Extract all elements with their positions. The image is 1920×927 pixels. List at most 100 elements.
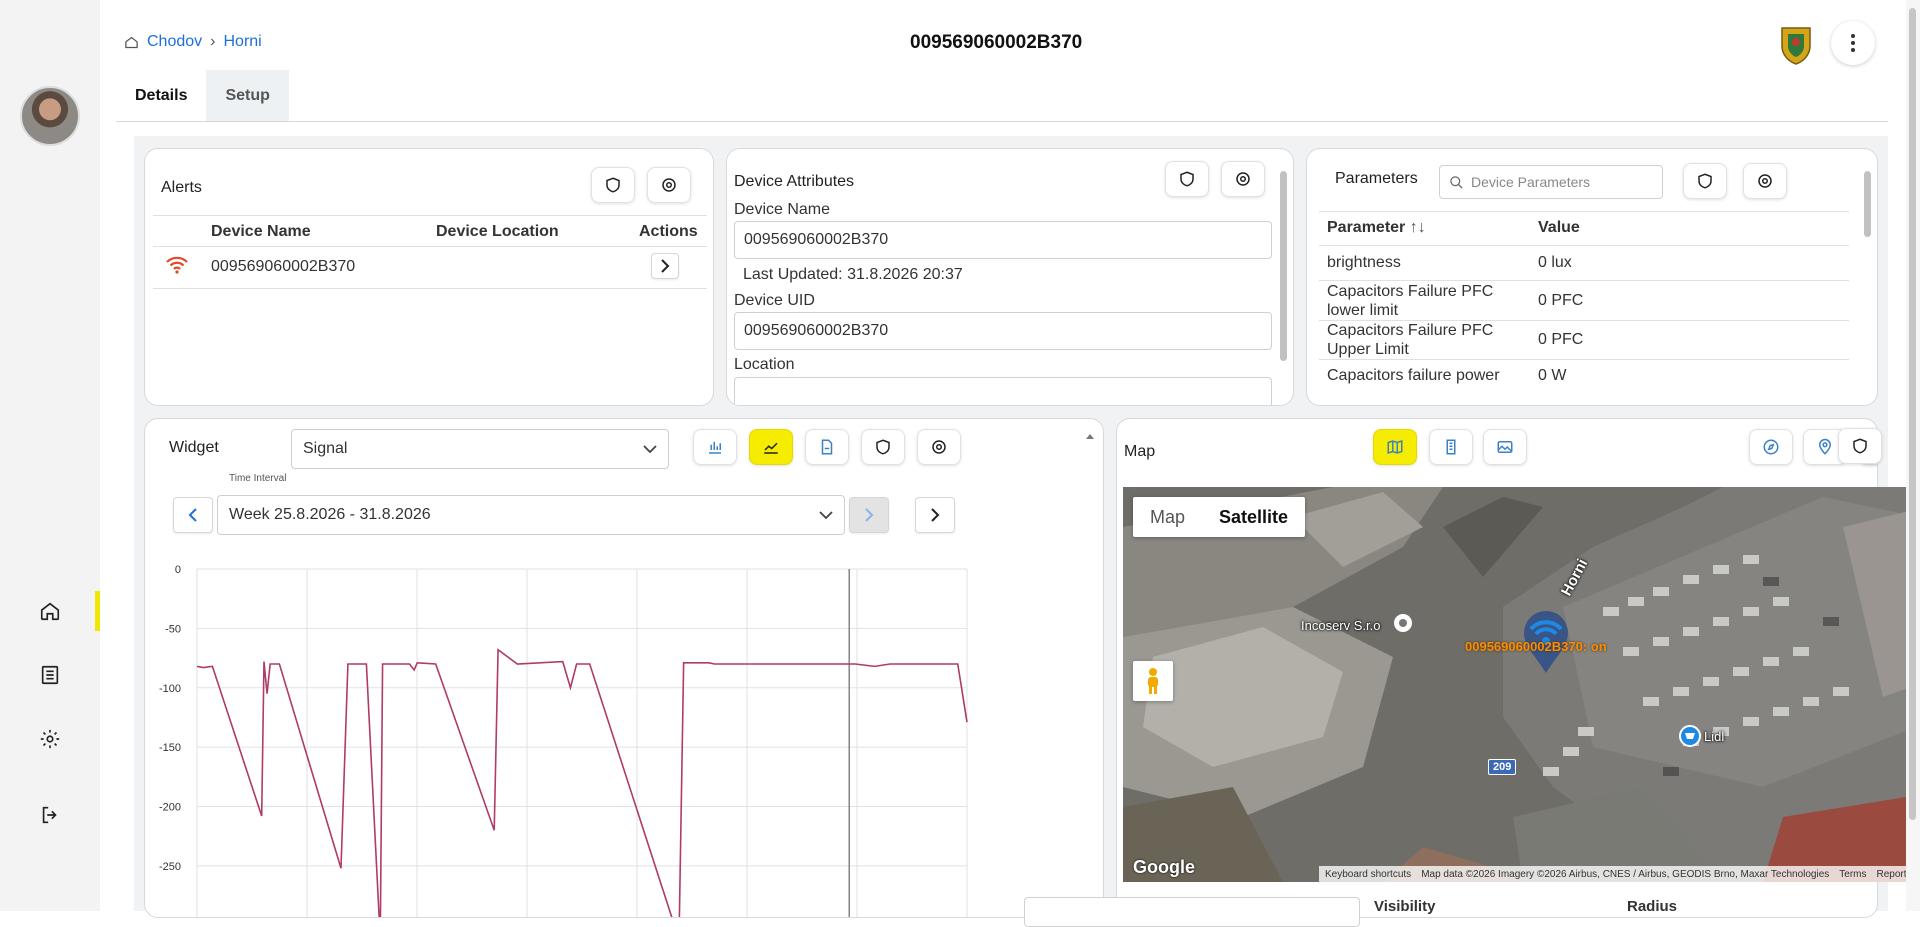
keyboard-shortcuts-link[interactable]: Keyboard shortcuts <box>1325 869 1411 880</box>
building-view-button[interactable] <box>1429 429 1473 465</box>
page-scrollbar[interactable] <box>1906 0 1920 911</box>
previous-period-button[interactable] <box>173 497 213 533</box>
latest-period-button[interactable] <box>915 497 955 533</box>
divider <box>153 288 707 289</box>
terms-link[interactable]: Terms <box>1839 869 1866 880</box>
scroll-up-icon[interactable] <box>1085 432 1095 440</box>
poi-marker-icon[interactable] <box>1393 613 1413 633</box>
signal-chart[interactable]: 0-50-100-150-200-250-300 <box>145 549 975 918</box>
line-chart-button[interactable] <box>749 429 793 465</box>
attributes-title: Device Attributes <box>734 173 855 190</box>
image-view-button[interactable] <box>1483 429 1527 465</box>
parameters-search-input[interactable]: Device Parameters <box>1439 165 1663 199</box>
gear-icon <box>662 178 676 192</box>
shield-button[interactable] <box>1165 161 1209 197</box>
column-header-parameter[interactable]: Parameter ↑↓ <box>1327 219 1426 237</box>
main: Chodov › Horni 009569060002B370 Details … <box>100 0 1920 927</box>
visibility-label: Visibility <box>1374 898 1436 915</box>
map-type-satellite[interactable]: Satellite <box>1202 497 1305 537</box>
gear-icon <box>1236 172 1250 186</box>
scroll-thumb[interactable] <box>1864 171 1871 237</box>
map-type-map[interactable]: Map <box>1133 497 1202 537</box>
gear-icon <box>1758 174 1772 188</box>
shield-icon <box>1180 171 1194 187</box>
map-viewport[interactable]: Map Satellite + − Horni Incoserv S.r.o 0… <box>1123 487 1920 882</box>
column-header-value: Value <box>1538 219 1580 236</box>
shield-button[interactable] <box>861 429 905 465</box>
home-icon[interactable] <box>34 595 66 627</box>
avatar[interactable] <box>20 86 80 146</box>
shop-marker-icon[interactable] <box>1679 725 1701 747</box>
map-view-button[interactable] <box>1373 429 1417 465</box>
chevron-left-icon <box>188 508 197 522</box>
alerts-title: Alerts <box>161 179 202 196</box>
compass-icon <box>1763 439 1779 455</box>
settings-button[interactable] <box>647 167 691 203</box>
scrollbar[interactable] <box>1862 157 1872 399</box>
widget-title: Widget <box>169 439 219 456</box>
scrollbar[interactable] <box>1278 157 1288 399</box>
scroll-thumb[interactable] <box>1280 171 1287 361</box>
page-scroll-thumb[interactable] <box>1909 8 1916 820</box>
param-value: 0 PFC <box>1538 331 1584 348</box>
document-icon[interactable] <box>34 659 66 691</box>
map-title: Map <box>1124 443 1156 460</box>
period-select[interactable]: Week 25.8.2026 - 31.8.2026 <box>217 495 845 535</box>
column-header: Device Name <box>211 223 311 240</box>
widget-type-select[interactable]: Signal <box>291 429 669 469</box>
scrollbar[interactable] <box>1085 427 1095 907</box>
tabs-divider <box>116 121 1888 122</box>
widget-type-value: Signal <box>303 440 348 457</box>
compass-button[interactable] <box>1749 429 1793 465</box>
settings-button[interactable] <box>1221 161 1265 197</box>
shield-button[interactable] <box>591 167 635 203</box>
search-icon <box>1450 175 1463 189</box>
street-view-pegman[interactable] <box>1133 661 1173 701</box>
location-label: Location <box>734 356 795 373</box>
location-field[interactable] <box>734 377 1272 405</box>
chevron-down-icon <box>643 444 657 453</box>
shield-button[interactable] <box>1683 163 1727 199</box>
device-uid-field[interactable] <box>734 312 1272 350</box>
chevron-right-icon <box>661 259 670 273</box>
sort-icon: ↑↓ <box>1409 219 1426 236</box>
settings-button[interactable] <box>1743 163 1787 199</box>
column-header: Actions <box>639 223 698 240</box>
shield-icon <box>1853 438 1867 454</box>
map-search-field[interactable] <box>1024 897 1360 927</box>
chevron-right-icon <box>931 508 940 522</box>
parameters-title: Parameters <box>1335 170 1418 187</box>
chevron-down-icon <box>819 510 833 519</box>
line-chart-icon <box>764 442 778 454</box>
road-number-badge: 209 <box>1488 759 1517 775</box>
next-period-button-disabled[interactable] <box>849 497 889 533</box>
wifi-icon <box>166 256 188 274</box>
device-name-field[interactable] <box>734 221 1272 259</box>
y-tick-label: 0 <box>175 564 181 576</box>
image-icon <box>1497 441 1513 453</box>
shield-button[interactable] <box>1838 428 1882 464</box>
chevron-right-icon <box>865 508 874 522</box>
gear-icon[interactable] <box>34 723 66 755</box>
y-tick-label: -100 <box>159 683 181 695</box>
bar-chart-button[interactable] <box>693 429 737 465</box>
breadcrumb-child[interactable]: Horni <box>223 33 261 51</box>
y-tick-label: -250 <box>159 861 181 873</box>
chevron-right-icon: › <box>210 33 216 50</box>
divider <box>1319 211 1849 212</box>
tab-setup[interactable]: Setup <box>206 70 289 122</box>
more-menu-button[interactable] <box>1831 21 1875 65</box>
last-updated: Last Updated: 31.8.2026 20:37 <box>743 266 963 283</box>
file-icon <box>821 439 833 455</box>
tab-details[interactable]: Details <box>116 70 206 122</box>
device-map-label: 009569060002B370: on <box>1465 639 1607 654</box>
settings-button[interactable] <box>917 429 961 465</box>
breadcrumb-root[interactable]: Chodov <box>147 33 202 51</box>
alert-open-button[interactable] <box>651 253 679 279</box>
divider <box>1319 245 1849 246</box>
pegman-icon <box>1148 668 1158 694</box>
location-pin-icon <box>1818 438 1832 455</box>
logout-icon[interactable] <box>34 799 66 831</box>
time-interval-label: Time Interval <box>229 473 287 484</box>
export-button[interactable] <box>805 429 849 465</box>
